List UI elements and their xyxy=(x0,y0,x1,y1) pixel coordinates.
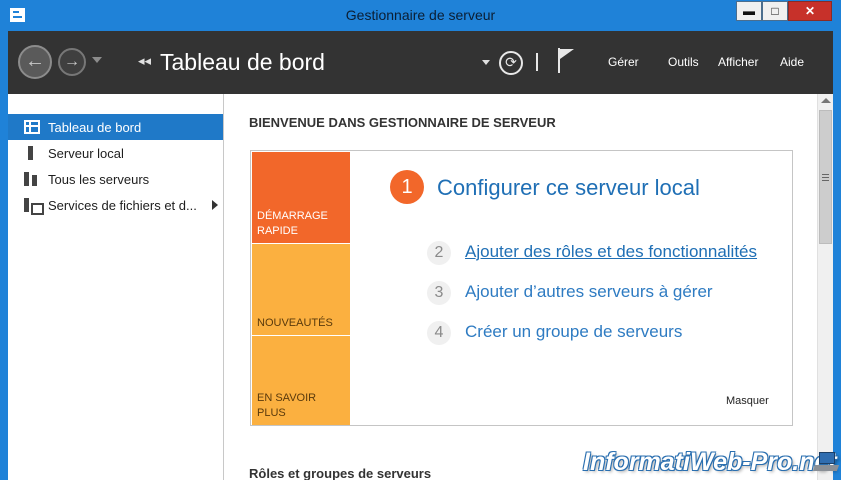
step-add-servers-link[interactable]: Ajouter d’autres serveurs à gérer xyxy=(465,282,713,302)
vertical-scrollbar[interactable] xyxy=(817,94,833,480)
dashboard-icon xyxy=(24,120,40,134)
grip-icon xyxy=(822,174,829,181)
tile-quick-start[interactable]: DÉMARRAGE RAPIDE xyxy=(252,152,350,243)
breadcrumb-dropdown-icon[interactable] xyxy=(482,60,490,65)
window-title: Gestionnaire de serveur xyxy=(345,7,496,23)
title-bar: Gestionnaire de serveur ▬ □ ✕ xyxy=(0,0,841,31)
tile-whats-new[interactable]: NOUVEAUTÉS xyxy=(252,244,350,335)
welcome-heading: BIENVENUE DANS GESTIONNAIRE DE SERVEUR xyxy=(249,115,556,130)
step-1-number: 1 xyxy=(390,170,424,204)
step-add-roles-link[interactable]: Ajouter des rôles et des fonctionnalités xyxy=(465,242,757,262)
back-arrow-icon[interactable]: ← xyxy=(18,45,52,79)
content-area: Tableau de bord Serveur local Tous les s… xyxy=(8,94,833,480)
step-2-number: 2 xyxy=(427,241,451,265)
menu-help[interactable]: Aide xyxy=(780,55,804,69)
scrollbar-thumb[interactable] xyxy=(819,110,832,244)
server-manager-window: Gestionnaire de serveur ▬ □ ✕ ← → ◂◂ Tab… xyxy=(0,0,841,480)
sidebar-item-file-services[interactable]: Services de fichiers et d... xyxy=(8,192,223,218)
step-create-server-group-link[interactable]: Créer un groupe de serveurs xyxy=(465,322,682,342)
step-configure-local-server[interactable]: Configurer ce serveur local xyxy=(437,175,700,201)
sidebar-item-local-server[interactable]: Serveur local xyxy=(8,140,223,166)
dashboard-main: BIENVENUE DANS GESTIONNAIRE DE SERVEUR D… xyxy=(225,94,817,480)
hide-button[interactable]: Masquer xyxy=(726,395,769,407)
sidebar: Tableau de bord Serveur local Tous les s… xyxy=(8,94,224,480)
servers-icon xyxy=(24,172,40,186)
menu-manage[interactable]: Gérer xyxy=(608,55,639,69)
menu-tools[interactable]: Outils xyxy=(668,55,699,69)
expand-arrow-icon[interactable] xyxy=(212,200,218,210)
step-4-number: 4 xyxy=(427,321,451,345)
toolbar-separator xyxy=(536,53,538,71)
forward-arrow-icon[interactable]: → xyxy=(58,48,86,76)
file-services-icon xyxy=(24,198,44,215)
toolbar: ← → ◂◂ Tableau de bord ⟳ Gérer Outils Af… xyxy=(8,31,833,94)
sidebar-item-label: Tableau de bord xyxy=(48,120,142,135)
minimize-button[interactable]: ▬ xyxy=(736,1,762,21)
menu-view[interactable]: Afficher xyxy=(718,55,758,69)
laptop-icon xyxy=(812,452,840,472)
history-dropdown-icon[interactable] xyxy=(92,57,102,63)
refresh-icon[interactable]: ⟳ xyxy=(499,51,523,75)
notifications-flag-icon[interactable] xyxy=(558,48,578,74)
tile-label: NOUVEAUTÉS xyxy=(257,317,333,329)
tile-label: DÉMARRAGE RAPIDE xyxy=(257,210,328,237)
watermark: InformatiWeb-Pro.net xyxy=(583,448,837,476)
sidebar-item-all-servers[interactable]: Tous les serveurs xyxy=(8,166,223,192)
step-3-number: 3 xyxy=(427,281,451,305)
sidebar-item-label: Tous les serveurs xyxy=(48,172,150,187)
tile-label: EN SAVOIR PLUS xyxy=(257,392,317,419)
welcome-panel: DÉMARRAGE RAPIDE NOUVEAUTÉS EN SAVOIR PL… xyxy=(250,150,793,426)
maximize-button[interactable]: □ xyxy=(762,1,788,21)
sidebar-item-dashboard[interactable]: Tableau de bord xyxy=(8,114,223,140)
sidebar-item-label: Services de fichiers et d... xyxy=(48,198,197,213)
server-icon xyxy=(28,146,33,160)
scroll-up-icon[interactable] xyxy=(821,98,831,103)
tile-learn-more[interactable]: EN SAVOIR PLUS xyxy=(252,336,350,425)
breadcrumb-title: Tableau de bord xyxy=(160,49,325,75)
roles-heading: Rôles et groupes de serveurs xyxy=(249,466,432,480)
sidebar-item-label: Serveur local xyxy=(48,146,124,161)
close-button[interactable]: ✕ xyxy=(788,1,832,21)
breadcrumb-arrows-icon: ◂◂ xyxy=(138,53,152,68)
